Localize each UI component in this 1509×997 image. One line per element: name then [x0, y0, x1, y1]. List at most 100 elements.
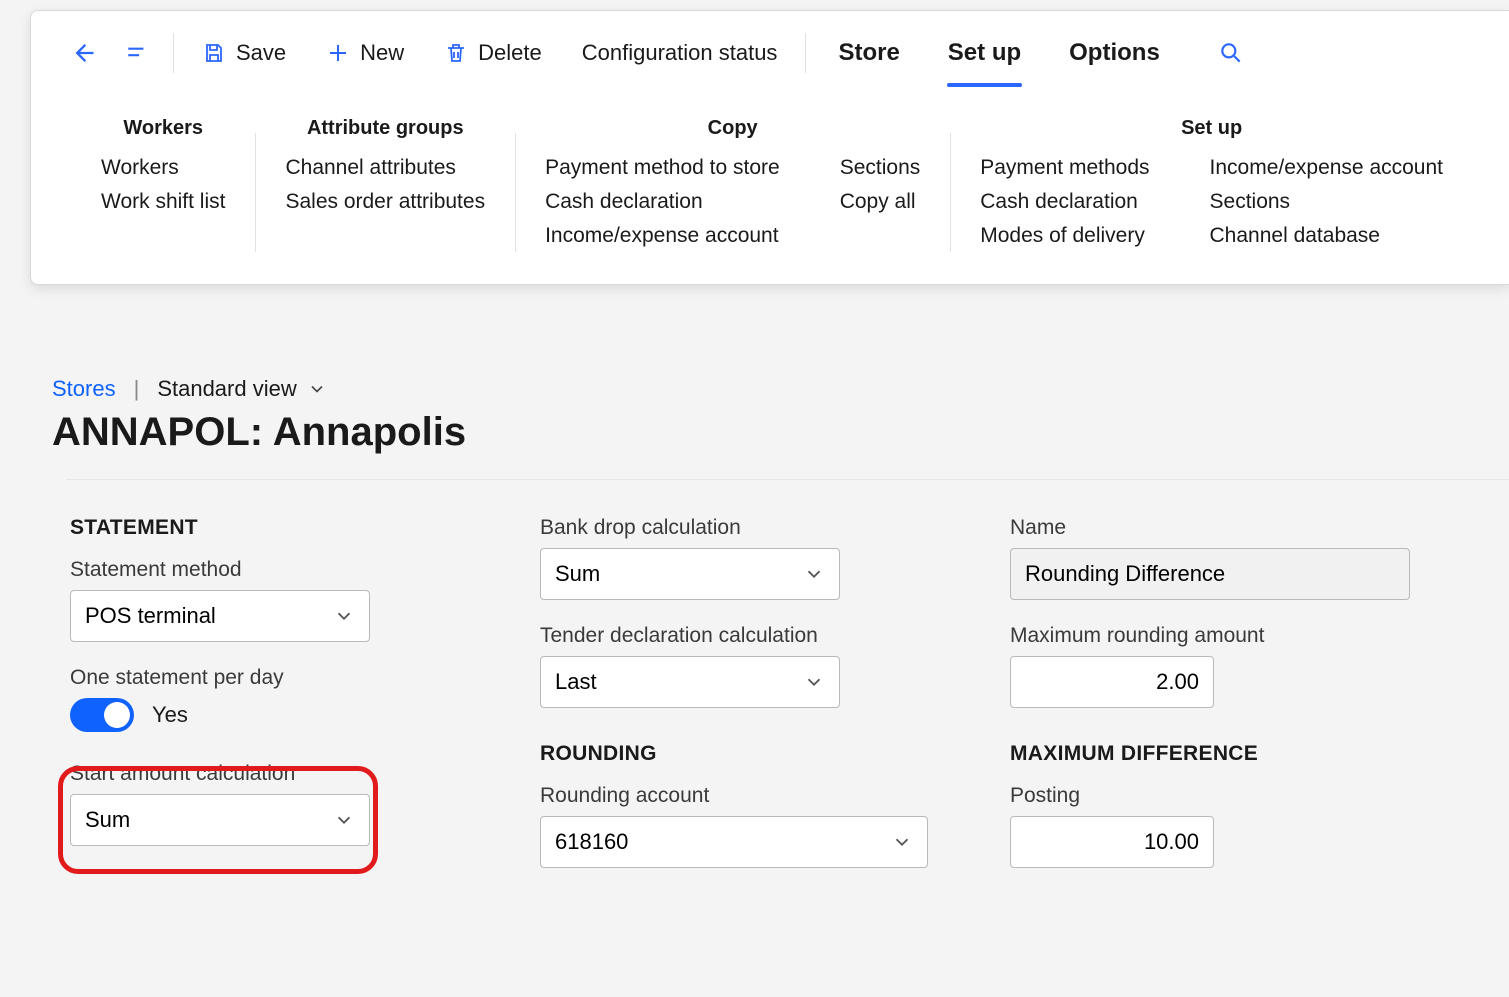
form: STATEMENT Statement method POS terminal …: [66, 479, 1509, 892]
chevron-down-icon: [307, 379, 327, 399]
separator: [805, 33, 806, 73]
search-icon: [1218, 40, 1244, 66]
value: POS terminal: [85, 603, 216, 629]
link-copy-cash-declaration[interactable]: Cash declaration: [545, 190, 780, 214]
command-bar: Save New Delete Configuration status Sto…: [31, 11, 1509, 95]
col-statement: STATEMENT Statement method POS terminal …: [70, 516, 470, 892]
tab-setup[interactable]: Set up: [926, 11, 1043, 95]
delete-button[interactable]: Delete: [426, 30, 560, 76]
group-setup: Set up Payment methods Cash declaration …: [950, 117, 1473, 248]
label-one-per-day: One statement per day: [70, 666, 470, 690]
link-work-shift-list[interactable]: Work shift list: [101, 190, 225, 214]
link-copy-all[interactable]: Copy all: [840, 190, 921, 214]
label-rounding-account: Rounding account: [540, 784, 940, 808]
field-one-statement-per-day: One statement per day Yes: [70, 666, 470, 732]
breadcrumb: Stores | Standard view: [52, 376, 1509, 402]
save-button[interactable]: Save: [184, 30, 304, 76]
field-bank-drop: Bank drop calculation Sum: [540, 516, 940, 600]
field-name: Name Rounding Difference: [1010, 516, 1410, 600]
field-rounding-account: Rounding account 618160: [540, 784, 940, 868]
group-title: Workers: [101, 117, 225, 140]
group-title: Attribute groups: [285, 117, 485, 140]
back-button[interactable]: [57, 30, 109, 76]
input-posting[interactable]: 10.00: [1010, 816, 1214, 868]
config-status-label: Configuration status: [582, 40, 778, 66]
label-start-amount-calc: Start amount calculation: [70, 762, 470, 786]
select-rounding-account[interactable]: 618160: [540, 816, 928, 868]
link-channel-database[interactable]: Channel database: [1210, 224, 1443, 248]
trash-icon: [444, 41, 468, 65]
value: 618160: [555, 829, 628, 855]
breadcrumb-sep: |: [134, 376, 140, 402]
select-tender-declaration[interactable]: Last: [540, 656, 840, 708]
link-cash-declaration[interactable]: Cash declaration: [980, 190, 1149, 214]
link-copy-payment-method[interactable]: Payment method to store: [545, 156, 780, 180]
link-modes-of-delivery[interactable]: Modes of delivery: [980, 224, 1149, 248]
chevron-down-icon: [333, 809, 355, 831]
group-title: Set up: [980, 117, 1443, 140]
toggle-value: Yes: [152, 702, 188, 728]
value: Rounding Difference: [1025, 561, 1225, 587]
link-sales-order-attributes[interactable]: Sales order attributes: [285, 190, 485, 214]
save-icon: [202, 41, 226, 65]
value: 2.00: [1156, 669, 1199, 695]
select-statement-method[interactable]: POS terminal: [70, 590, 370, 642]
view-selector[interactable]: Standard view: [157, 376, 326, 402]
select-bank-drop[interactable]: Sum: [540, 548, 840, 600]
field-max-rounding: Maximum rounding amount 2.00: [1010, 624, 1410, 708]
config-status-button[interactable]: Configuration status: [564, 30, 796, 76]
value: 10.00: [1144, 829, 1199, 855]
toggle-one-per-day[interactable]: [70, 698, 134, 732]
plus-icon: [326, 41, 350, 65]
section-statement: STATEMENT: [70, 516, 470, 540]
link-payment-methods[interactable]: Payment methods: [980, 156, 1149, 180]
group-workers: Workers Workers Work shift list: [71, 117, 255, 248]
label-statement-method: Statement method: [70, 558, 470, 582]
link-copy-sections[interactable]: Sections: [840, 156, 921, 180]
group-title: Copy: [545, 117, 920, 140]
label-posting: Posting: [1010, 784, 1410, 808]
field-start-amount-calc: Start amount calculation Sum: [70, 762, 470, 846]
link-sections[interactable]: Sections: [1210, 190, 1443, 214]
chevron-down-icon: [891, 831, 913, 853]
chevron-down-icon: [333, 605, 355, 627]
section-max-difference: MAXIMUM DIFFERENCE: [1010, 742, 1410, 766]
field-tender-declaration: Tender declaration calculation Last: [540, 624, 940, 708]
chevron-down-icon: [803, 671, 825, 693]
action-pane: Save New Delete Configuration status Sto…: [30, 10, 1509, 285]
input-max-rounding[interactable]: 2.00: [1010, 656, 1214, 708]
value: Sum: [555, 561, 600, 587]
label-bank-drop: Bank drop calculation: [540, 516, 940, 540]
new-label: New: [360, 40, 404, 66]
list-icon: [125, 40, 151, 66]
value: Sum: [85, 807, 130, 833]
breadcrumb-stores[interactable]: Stores: [52, 376, 116, 402]
field-statement-method: Statement method POS terminal: [70, 558, 470, 642]
new-button[interactable]: New: [308, 30, 422, 76]
search-button[interactable]: [1206, 30, 1256, 76]
tab-store[interactable]: Store: [816, 11, 921, 95]
link-workers[interactable]: Workers: [101, 156, 225, 180]
section-rounding: ROUNDING: [540, 742, 940, 766]
delete-label: Delete: [478, 40, 542, 66]
label-tender-declaration: Tender declaration calculation: [540, 624, 940, 648]
tab-options[interactable]: Options: [1047, 11, 1182, 95]
list-button[interactable]: [113, 30, 163, 76]
chevron-down-icon: [803, 563, 825, 585]
separator: [173, 33, 174, 73]
field-posting: Posting 10.00: [1010, 784, 1410, 868]
page-body: Stores | Standard view ANNAPOL: Annapoli…: [52, 376, 1509, 892]
back-arrow-icon: [69, 39, 97, 67]
input-name[interactable]: Rounding Difference: [1010, 548, 1410, 600]
select-start-amount-calc[interactable]: Sum: [70, 794, 370, 846]
group-copy: Copy Payment method to store Cash declar…: [515, 117, 950, 248]
label-max-rounding: Maximum rounding amount: [1010, 624, 1410, 648]
link-channel-attributes[interactable]: Channel attributes: [285, 156, 485, 180]
view-label: Standard view: [157, 376, 296, 402]
link-copy-income-expense[interactable]: Income/expense account: [545, 224, 780, 248]
link-income-expense-account[interactable]: Income/expense account: [1210, 156, 1443, 180]
group-attribute-groups: Attribute groups Channel attributes Sale…: [255, 117, 515, 248]
col-right: Name Rounding Difference Maximum roundin…: [1010, 516, 1410, 892]
col-middle: Bank drop calculation Sum Tender declara…: [540, 516, 940, 892]
page-title: ANNAPOL: Annapolis: [52, 410, 1509, 455]
